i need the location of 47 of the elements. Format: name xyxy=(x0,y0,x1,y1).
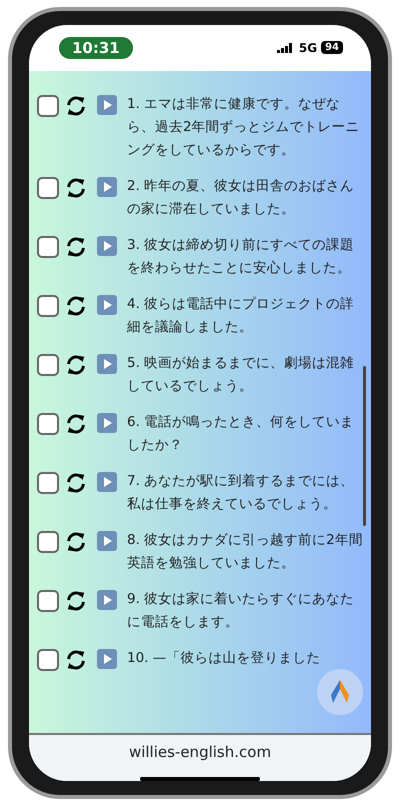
checkbox[interactable] xyxy=(37,294,59,316)
checkbox[interactable] xyxy=(37,472,59,494)
refresh-icon[interactable] xyxy=(65,530,87,552)
play-icon[interactable] xyxy=(97,176,117,196)
checkbox[interactable] xyxy=(37,176,59,198)
signal-icon xyxy=(276,42,295,52)
address-url[interactable]: willies-english.com xyxy=(128,742,272,760)
play-icon[interactable] xyxy=(97,94,117,114)
refresh-icon[interactable] xyxy=(65,94,87,116)
refresh-icon[interactable] xyxy=(65,472,87,494)
sentence-text: 3. 彼女は締め切り前にすべての課題を終わらせたことに安心しました。 xyxy=(127,236,356,278)
sentence-text: 8. 彼女はカナダに引っ越す前に2年間英語を勉強していました。 xyxy=(127,530,363,572)
play-icon[interactable] xyxy=(97,412,117,432)
sentence-text: 7. あなたが駅に到着するまでには、私は仕事を終えているでしょう。 xyxy=(127,472,356,514)
play-icon[interactable] xyxy=(97,530,117,550)
refresh-icon[interactable] xyxy=(65,412,87,434)
logo-icon[interactable] xyxy=(317,668,363,714)
sentence-text: 1. エマは非常に健康です。なぜなら、過去2年間ずっとジムでトレーニングをしているからです。 xyxy=(127,94,361,160)
play-icon[interactable] xyxy=(97,354,117,374)
refresh-icon[interactable] xyxy=(65,590,87,612)
network-label: 5G xyxy=(298,40,318,54)
refresh-icon[interactable] xyxy=(65,236,87,258)
checkbox[interactable] xyxy=(37,590,59,612)
sentence-text: 10. —「彼らは山を登りました xyxy=(127,648,320,668)
checkbox[interactable] xyxy=(37,648,59,670)
sentence-text: 5. 映画が始まるまでに、劇場は混雑しているでしょう。 xyxy=(127,354,356,396)
play-icon[interactable] xyxy=(97,648,117,668)
checkbox[interactable] xyxy=(37,530,59,552)
home-indicator[interactable] xyxy=(140,776,260,780)
checkbox[interactable] xyxy=(37,236,59,258)
battery-level: 94 xyxy=(321,41,343,54)
status-time: 10:31 xyxy=(59,36,133,58)
checkbox[interactable] xyxy=(37,94,59,116)
sentence-text: 9. 彼女は家に着いたらすぐにあなたに電話をします。 xyxy=(127,590,356,632)
refresh-icon[interactable] xyxy=(65,176,87,198)
checkbox[interactable] xyxy=(37,354,59,376)
refresh-icon[interactable] xyxy=(65,648,87,670)
play-icon[interactable] xyxy=(97,236,117,256)
play-icon[interactable] xyxy=(97,590,117,610)
play-icon[interactable] xyxy=(97,294,117,314)
checkbox[interactable] xyxy=(37,412,59,434)
sentence-text: 4. 彼らは電話中にプロジェクトの詳細を議論しました。 xyxy=(127,294,356,336)
sentence-text: 2. 昨年の夏、彼女は田舎のおばさんの家に滞在していました。 xyxy=(127,176,356,218)
sentence-text: 6. 電話が鳴ったとき、何をしていましたか？ xyxy=(127,412,356,454)
refresh-icon[interactable] xyxy=(65,294,87,316)
refresh-icon[interactable] xyxy=(65,354,87,376)
play-icon[interactable] xyxy=(97,472,117,492)
